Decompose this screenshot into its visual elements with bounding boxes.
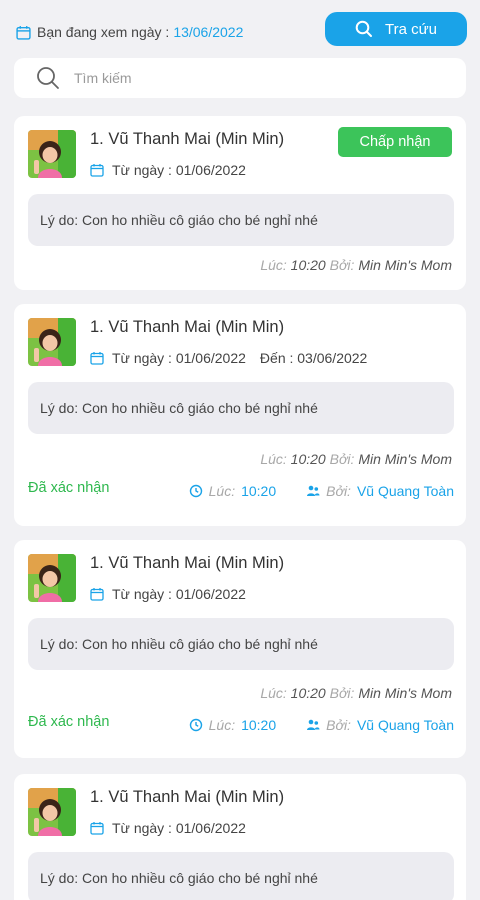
avatar (28, 318, 76, 366)
calendar-icon (16, 25, 31, 40)
date-range: Từ ngày : 01/06/2022 (90, 162, 246, 178)
search-icon (37, 67, 59, 89)
to-date: Đến : 03/06/2022 (259, 350, 368, 366)
requester: Min Min's Mom (358, 685, 452, 701)
viewing-date-value[interactable]: 13/06/2022 (173, 24, 243, 40)
by-label: Bởi: (329, 451, 355, 467)
leave-request-card[interactable]: 1. Vũ Thanh Mai (Min Min) Từ ngày : 01/0… (14, 304, 466, 526)
date-range: Từ ngày : 01/06/2022 (90, 820, 246, 836)
request-meta: Lúc: 10:20 Bởi: Min Min's Mom (260, 257, 452, 273)
date-range: Từ ngày : 01/06/2022 (90, 586, 246, 602)
status-confirmed: Đã xác nhận (28, 714, 110, 730)
request-meta: Lúc: 10:20 Bởi: Min Min's Mom (260, 451, 452, 467)
calendar-icon (90, 587, 104, 601)
viewing-date-label: Bạn đang xem ngày : (37, 24, 170, 40)
confirm-time: 10:20 (241, 717, 277, 733)
user-icon (306, 718, 320, 732)
accept-button[interactable]: Chấp nhận (338, 127, 452, 157)
student-name: 1. Vũ Thanh Mai (Min Min) (90, 130, 285, 148)
confirm-time: 10:20 (241, 483, 277, 499)
student-name: 1. Vũ Thanh Mai (Min Min) (90, 788, 285, 806)
reason-text: Lý do: Con ho nhiều cô giáo cho bé nghỉ … (28, 382, 454, 434)
requester: Min Min's Mom (358, 257, 452, 273)
from-date: Từ ngày : 01/06/2022 (112, 820, 246, 836)
reason-text: Lý do: Con ho nhiều cô giáo cho bé nghỉ … (28, 852, 454, 900)
leave-request-card[interactable]: 1. Vũ Thanh Mai (Min Min) Từ ngày : 01/0… (14, 540, 466, 758)
lookup-button[interactable]: Tra cứu (325, 12, 467, 46)
confirm-meta: Lúc: 10:20 Bởi: Vũ Quang Toàn (189, 717, 454, 733)
status-confirmed: Đã xác nhận (28, 480, 110, 496)
reason-text: Lý do: Con ho nhiều cô giáo cho bé nghỉ … (28, 194, 454, 246)
user-icon (306, 484, 320, 498)
request-time: 10:20 (290, 685, 326, 701)
confirm-by-label: Bởi: (326, 717, 351, 733)
request-time: 10:20 (290, 257, 326, 273)
avatar (28, 788, 76, 836)
confirm-time-label: Lúc: (208, 717, 236, 733)
request-time: 10:20 (290, 451, 326, 467)
search-bar (14, 58, 466, 98)
request-meta: Lúc: 10:20 Bởi: Min Min's Mom (260, 685, 452, 701)
confirmer: Vũ Quang Toàn (356, 717, 454, 733)
top-bar: Bạn đang xem ngày : 13/06/2022 Tra cứu (0, 0, 480, 54)
time-label: Lúc: (260, 257, 287, 273)
by-label: Bởi: (329, 685, 355, 701)
leave-request-card[interactable]: 1. Vũ Thanh Mai (Min Min) Từ ngày : 01/0… (14, 116, 466, 290)
search-icon (355, 20, 372, 37)
confirm-time-label: Lúc: (208, 483, 236, 499)
avatar (28, 554, 76, 602)
calendar-icon (90, 821, 104, 835)
reason-text: Lý do: Con ho nhiều cô giáo cho bé nghỉ … (28, 618, 454, 670)
search-input[interactable] (74, 70, 434, 86)
time-label: Lúc: (260, 685, 287, 701)
calendar-icon (90, 351, 104, 365)
confirmer: Vũ Quang Toàn (356, 483, 454, 499)
clock-icon (189, 718, 203, 732)
viewing-date-line: Bạn đang xem ngày : 13/06/2022 (16, 24, 243, 40)
from-date: Từ ngày : 01/06/2022 (112, 162, 246, 178)
avatar (28, 130, 76, 178)
time-label: Lúc: (260, 451, 287, 467)
confirm-meta: Lúc: 10:20 Bởi: Vũ Quang Toàn (189, 483, 454, 499)
confirm-by-label: Bởi: (326, 483, 351, 499)
date-range: Từ ngày : 01/06/2022 Đến : 03/06/2022 (90, 350, 367, 366)
requester: Min Min's Mom (358, 451, 452, 467)
from-date: Từ ngày : 01/06/2022 (112, 586, 246, 602)
from-date: Từ ngày : 01/06/2022 (112, 350, 246, 366)
clock-icon (189, 484, 203, 498)
by-label: Bởi: (329, 257, 355, 273)
lookup-button-label: Tra cứu (385, 20, 437, 38)
calendar-icon (90, 163, 104, 177)
leave-request-card[interactable]: 1. Vũ Thanh Mai (Min Min) Từ ngày : 01/0… (14, 774, 466, 900)
student-name: 1. Vũ Thanh Mai (Min Min) (90, 554, 285, 572)
student-name: 1. Vũ Thanh Mai (Min Min) (90, 318, 285, 336)
